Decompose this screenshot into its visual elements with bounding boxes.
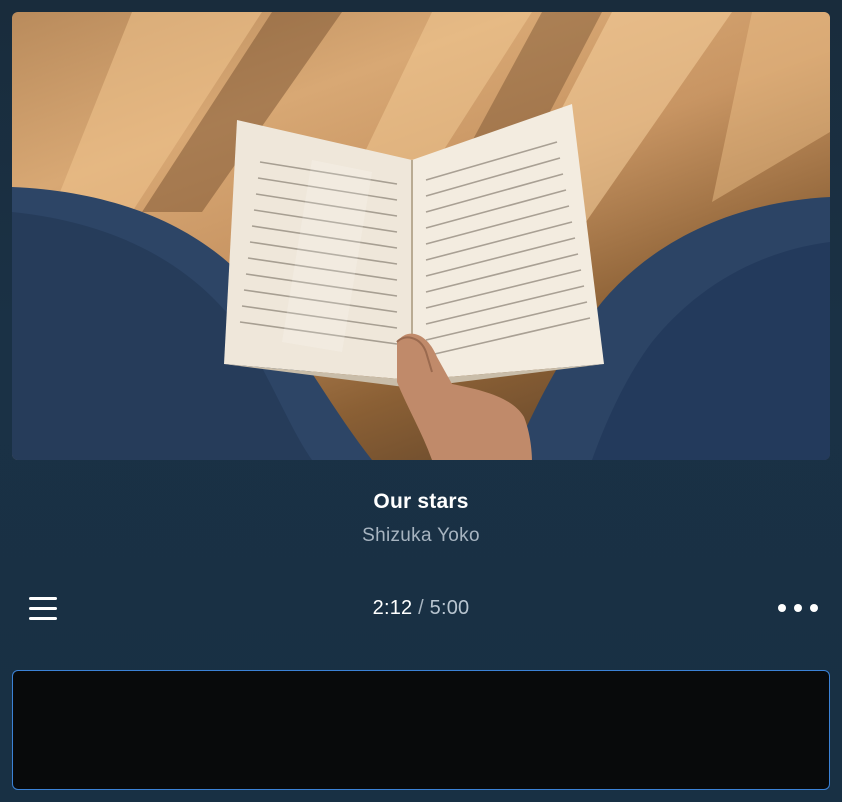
track-title: Our stars <box>373 490 469 513</box>
current-time: 2:12 <box>372 597 413 619</box>
dot <box>794 604 802 612</box>
playback-time: 2:12 / 5:00 <box>0 597 842 620</box>
track-artist: Shizuka Yoko <box>362 525 480 546</box>
total-time: 5:00 <box>429 597 470 619</box>
dot <box>810 604 818 612</box>
dot <box>778 604 786 612</box>
time-separator: / <box>412 597 430 619</box>
visualizer-panel[interactable] <box>12 670 830 790</box>
more-options-icon[interactable] <box>772 596 824 620</box>
album-cover <box>12 12 830 460</box>
album-cover-art <box>12 12 830 460</box>
